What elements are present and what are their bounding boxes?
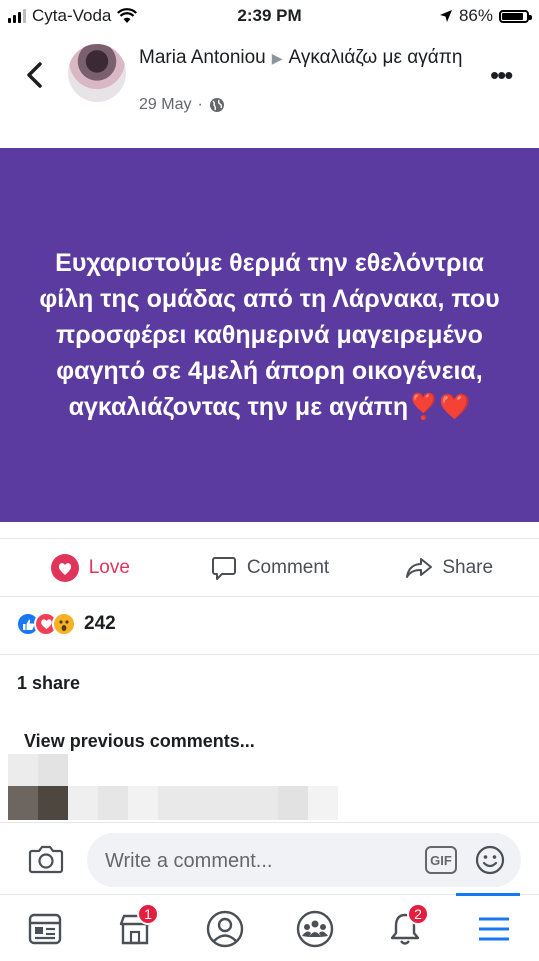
battery-group: 86%	[439, 6, 532, 26]
sticker-button[interactable]	[474, 844, 506, 876]
battery-icon	[499, 9, 532, 23]
share-arrow-icon	[406, 557, 433, 578]
profile-icon	[206, 910, 244, 948]
globe-icon	[209, 98, 224, 112]
love-reaction-icon	[50, 553, 79, 582]
camera-button[interactable]	[28, 843, 64, 875]
location-arrow-icon	[439, 10, 452, 22]
feeling-arrow-icon: ▶	[271, 50, 283, 66]
bottom-tab-bar: 1 2	[0, 893, 539, 961]
post-text: Ευχαριστούμε θερμά την εθελόντρια φίλη τ…	[39, 249, 500, 421]
divider	[0, 654, 539, 655]
back-button[interactable]	[20, 58, 50, 92]
love-label: Love	[88, 556, 130, 578]
reaction-count: 242	[84, 613, 116, 634]
smiley-icon	[475, 845, 505, 875]
share-label: Share	[442, 556, 494, 578]
post-date[interactable]: 29 May	[139, 96, 191, 114]
comment-composer: GIF	[0, 822, 539, 895]
share-button[interactable]: Share	[359, 554, 539, 582]
wow-icon	[52, 612, 76, 636]
marketplace-badge: 1	[137, 903, 159, 925]
chevron-left-icon	[27, 62, 42, 88]
feeling-text: Αγκαλιάζω με αγάπη	[288, 47, 463, 68]
status-bar: Cyta-Voda 2:39 PM 86%	[0, 0, 539, 32]
author-avatar[interactable]	[68, 44, 126, 102]
post-author-line: Maria Antoniou ▶ Αγκαλιάζω με αγάπη	[139, 46, 469, 70]
tab-notifications[interactable]: 2	[383, 903, 429, 951]
notifications-badge: 2	[407, 903, 429, 925]
blurred-comment-preview	[8, 752, 348, 822]
active-tab-indicator	[456, 893, 520, 896]
menu-icon	[479, 917, 509, 941]
status-post-background: Ευχαριστούμε θερμά την εθελόντρια φίλη τ…	[0, 148, 539, 522]
tab-news-feed[interactable]	[23, 907, 67, 951]
more-options-button[interactable]: •••	[490, 62, 513, 88]
comment-button[interactable]: Comment	[180, 554, 360, 582]
more-dots-icon: •••	[490, 60, 513, 90]
battery-percent: 86%	[458, 6, 493, 25]
action-bar: Love Comment Share	[0, 538, 539, 597]
author-name[interactable]: Maria Antoniou	[139, 47, 266, 68]
comment-label: Comment	[246, 556, 330, 578]
gif-button[interactable]: GIF	[425, 846, 457, 874]
view-previous-comments-link[interactable]: View previous comments...	[24, 731, 255, 752]
battery-fill	[502, 12, 523, 20]
share-count[interactable]: 1 share	[17, 673, 80, 694]
reaction-summary[interactable]: 242	[16, 612, 116, 636]
groups-icon	[296, 910, 334, 948]
tab-groups[interactable]	[293, 907, 337, 951]
comment-box: GIF	[87, 833, 521, 887]
tab-menu[interactable]	[472, 907, 516, 951]
comment-bubble-icon	[211, 556, 236, 580]
post-meta: 29 May ·	[139, 96, 225, 114]
tab-profile[interactable]	[203, 907, 247, 951]
news-feed-icon	[28, 913, 62, 945]
meta-separator: ·	[197, 96, 203, 113]
comment-input[interactable]	[103, 845, 407, 877]
love-button[interactable]: Love	[0, 553, 180, 583]
tab-marketplace[interactable]: 1	[113, 903, 159, 951]
camera-icon	[28, 845, 64, 874]
